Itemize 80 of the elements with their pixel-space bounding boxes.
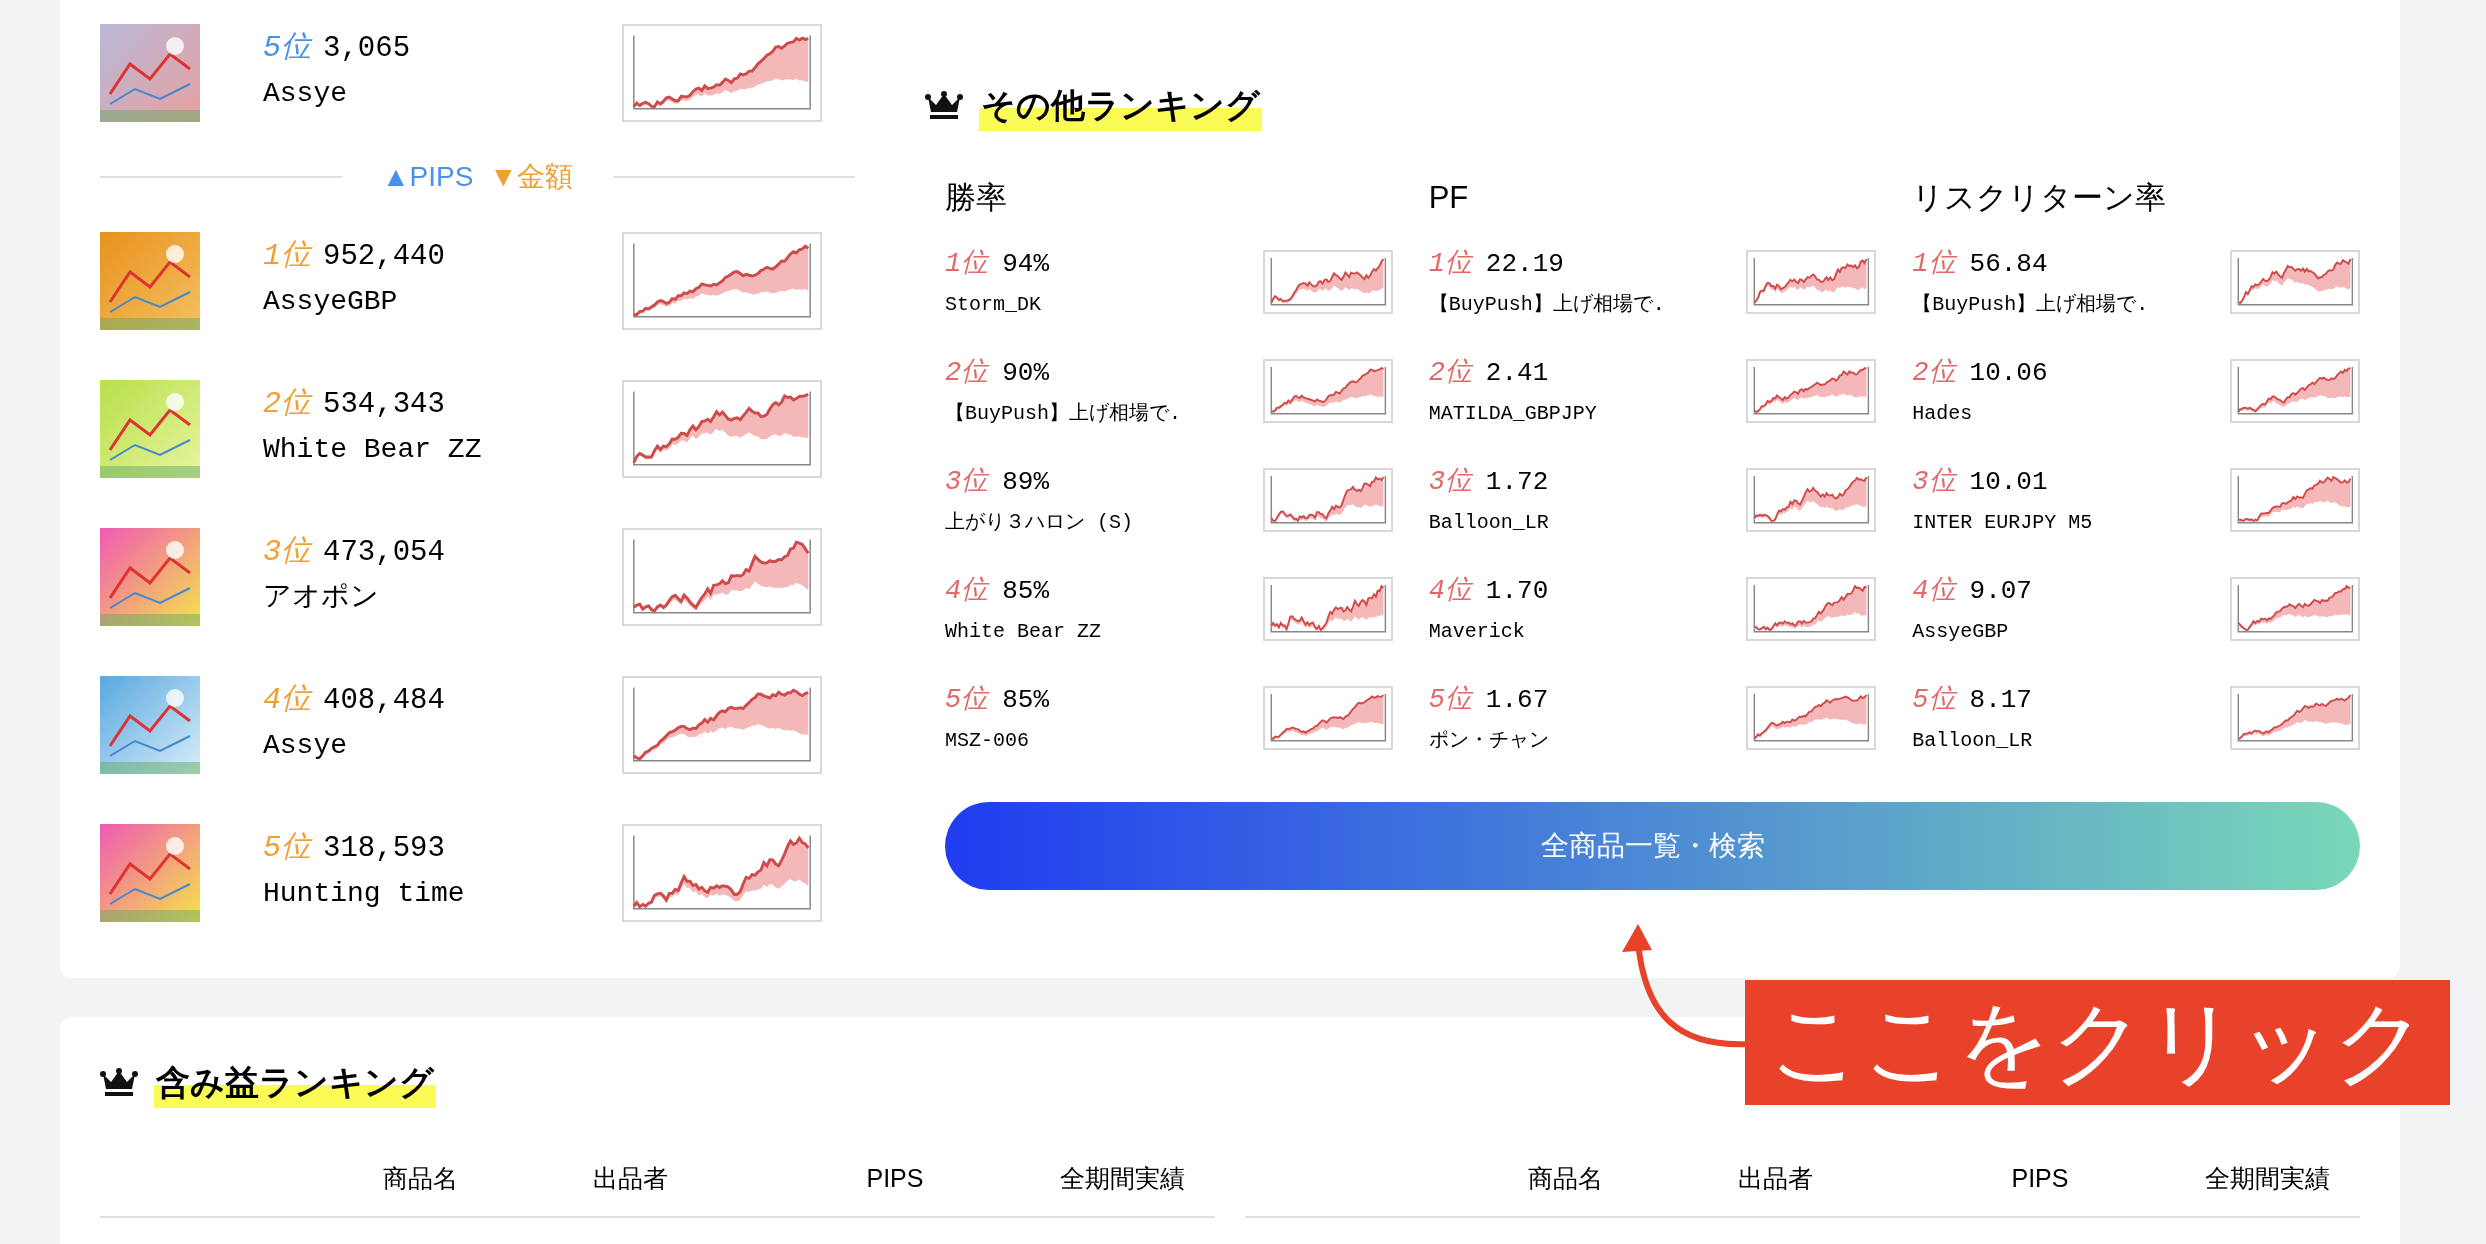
ranking-value: 2.41 [1485, 356, 1549, 390]
ranking-value: 534,343 [323, 387, 445, 423]
crown-icon [100, 1067, 138, 1098]
table-header: 全期間実績 [2204, 1163, 2331, 1194]
ranking-value: 1.72 [1485, 465, 1549, 499]
column-heading: 勝率 [945, 179, 1008, 217]
product-name: アオポン [263, 581, 380, 615]
rank-label: 3位 [1428, 465, 1472, 499]
rank-label: 2位 [1912, 356, 1956, 390]
product-name: 【BuyPush】上げ相場で. [1428, 292, 1665, 318]
ranking-value: 952,440 [323, 239, 445, 275]
ranking-value: 1.67 [1485, 683, 1549, 717]
ranking-value: 22.19 [1485, 247, 1564, 281]
product-name: AssyeGBP [1912, 619, 2010, 645]
rank-label: 1位 [1912, 247, 1956, 281]
table-header: PIPS [865, 1163, 925, 1194]
ranking-value: 56.84 [1969, 247, 2048, 281]
rank-label: 4位 [263, 682, 311, 719]
product-name: INTER EURJPY M5 [1912, 510, 2093, 536]
ranking-value: 85% [1002, 683, 1049, 717]
product-name: MATILDA_GBPJPY [1428, 401, 1597, 427]
product-name: 上がり３ハロン (S) [945, 510, 1133, 536]
rank-label: 1位 [263, 238, 311, 275]
annotation-label: ここをクリック [1745, 980, 2450, 1105]
rank-label: 5位 [263, 830, 311, 867]
rank-label: 2位 [263, 386, 311, 423]
table-header: 商品名 [381, 1163, 459, 1194]
ranking-value: 10.06 [1969, 356, 2048, 390]
rank-label: 5位 [945, 683, 989, 717]
table-header: 商品名 [1526, 1163, 1604, 1194]
rank-label: 4位 [945, 574, 989, 608]
table-header: 全期間実績 [1059, 1163, 1186, 1194]
legend-label: ▼金額 [489, 160, 574, 194]
product-name: Assye [263, 729, 348, 763]
rank-label: 5位 [263, 30, 311, 67]
rank-label: 2位 [945, 356, 989, 390]
ranking-value: 85% [1002, 574, 1049, 608]
product-name: Assye [263, 77, 348, 111]
column-heading: PF [1428, 179, 1470, 217]
product-name: Balloon_LR [1428, 510, 1549, 536]
ranking-value: 90% [1002, 356, 1049, 390]
product-name: Maverick [1428, 619, 1526, 645]
product-name: Hades [1912, 401, 1974, 427]
rank-label: 1位 [945, 247, 989, 281]
product-name: 【BuyPush】上げ相場で. [945, 401, 1181, 427]
ranking-value: 10.01 [1969, 465, 2048, 499]
ranking-value: 8.17 [1969, 683, 2032, 717]
rank-label: 4位 [1912, 574, 1956, 608]
product-name: 【BuyPush】上げ相場で. [1912, 292, 2149, 318]
product-name: AssyeGBP [263, 285, 399, 319]
rank-label: 5位 [1912, 683, 1956, 717]
ranking-value: 408,484 [323, 683, 445, 719]
column-heading: リスクリターン率 [1912, 179, 2168, 217]
ranking-value: 473,054 [323, 535, 445, 571]
ranking-value: 9.07 [1969, 574, 2032, 608]
rank-label: 3位 [263, 534, 311, 571]
crown-icon [925, 90, 963, 121]
all-products-button[interactable]: 全商品一覧・検索 [945, 801, 2360, 890]
rank-label: 3位 [945, 465, 989, 499]
product-name: Storm_DK [945, 292, 1042, 318]
product-name: Hunting time [263, 877, 466, 911]
ranking-value: 318,593 [323, 831, 445, 867]
rank-label: 1位 [1428, 247, 1472, 281]
ranking-value: 3,065 [323, 31, 411, 67]
table-header: 出品者 [1736, 1163, 1814, 1194]
product-name: MSZ-006 [945, 728, 1030, 754]
ranking-value: 94% [1002, 247, 1049, 281]
rank-label: 5位 [1428, 683, 1472, 717]
legend-label: ▲PIPS [381, 160, 474, 194]
product-name: White Bear ZZ [263, 433, 483, 467]
ranking-value: 1.70 [1485, 574, 1549, 608]
product-name: ポン・チャン [1428, 728, 1549, 754]
product-name: Balloon_LR [1912, 728, 2033, 754]
rank-label: 4位 [1428, 574, 1472, 608]
product-name: White Bear ZZ [945, 619, 1102, 645]
table-header: 出品者 [591, 1163, 669, 1194]
rank-label: 3位 [1912, 465, 1956, 499]
ranking-value: 89% [1002, 465, 1049, 499]
table-header: PIPS [2010, 1163, 2070, 1194]
rank-label: 2位 [1428, 356, 1472, 390]
